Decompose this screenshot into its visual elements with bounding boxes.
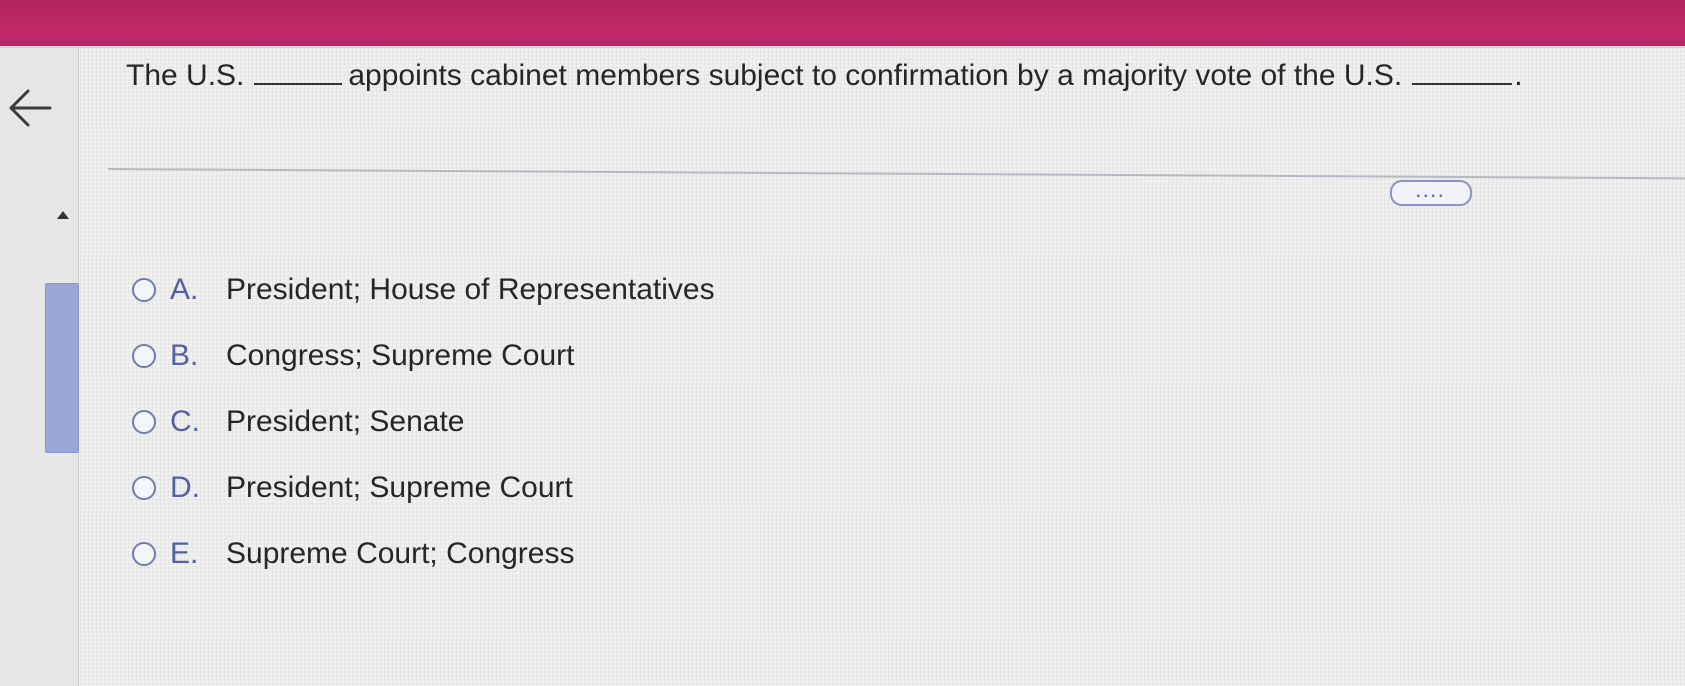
- question-part-2: appoints cabinet members subject to conf…: [348, 59, 1403, 92]
- option-e[interactable]: E. Supreme Court; Congress: [132, 532, 715, 576]
- option-text: President; Supreme Court: [226, 471, 573, 504]
- expand-button[interactable]: ....: [1390, 180, 1472, 206]
- option-text: Supreme Court; Congress: [226, 537, 575, 570]
- option-letter: D.: [170, 471, 200, 504]
- option-c[interactable]: C. President; Senate: [132, 400, 715, 444]
- divider: [107, 168, 1685, 180]
- ellipsis-icon: ....: [1416, 184, 1446, 201]
- question-text: The U.S. appoints cabinet members subject…: [126, 56, 1666, 96]
- radio-button-c[interactable]: [132, 410, 156, 434]
- option-a[interactable]: A. President; House of Representatives: [132, 268, 715, 312]
- top-bar: [0, 0, 1685, 48]
- option-text: Congress; Supreme Court: [226, 339, 575, 372]
- option-letter: B.: [170, 339, 199, 372]
- option-text: President; Senate: [226, 405, 465, 438]
- option-letter: C.: [170, 405, 200, 438]
- option-b[interactable]: B. Congress; Supreme Court: [132, 334, 715, 378]
- radio-button-e[interactable]: [132, 542, 156, 566]
- arrow-left-icon: [9, 89, 52, 127]
- question-part-3: .: [1514, 59, 1523, 92]
- option-text: President; House of Representatives: [226, 273, 715, 306]
- question-part-1: The U.S.: [126, 59, 245, 92]
- option-letter: E.: [170, 537, 199, 570]
- answer-options: A. President; House of Representatives B…: [132, 268, 715, 598]
- option-d[interactable]: D. President; Supreme Court: [132, 466, 715, 510]
- blank-1: [254, 59, 343, 85]
- back-button[interactable]: [4, 82, 56, 134]
- radio-button-d[interactable]: [132, 476, 156, 500]
- scroll-up-button[interactable]: [54, 208, 72, 222]
- blank-2: [1412, 59, 1513, 85]
- radio-button-a[interactable]: [132, 278, 156, 302]
- radio-button-b[interactable]: [132, 344, 156, 368]
- scrollbar-thumb[interactable]: [45, 283, 79, 453]
- triangle-up-icon: [57, 211, 69, 219]
- option-letter: A.: [170, 273, 199, 306]
